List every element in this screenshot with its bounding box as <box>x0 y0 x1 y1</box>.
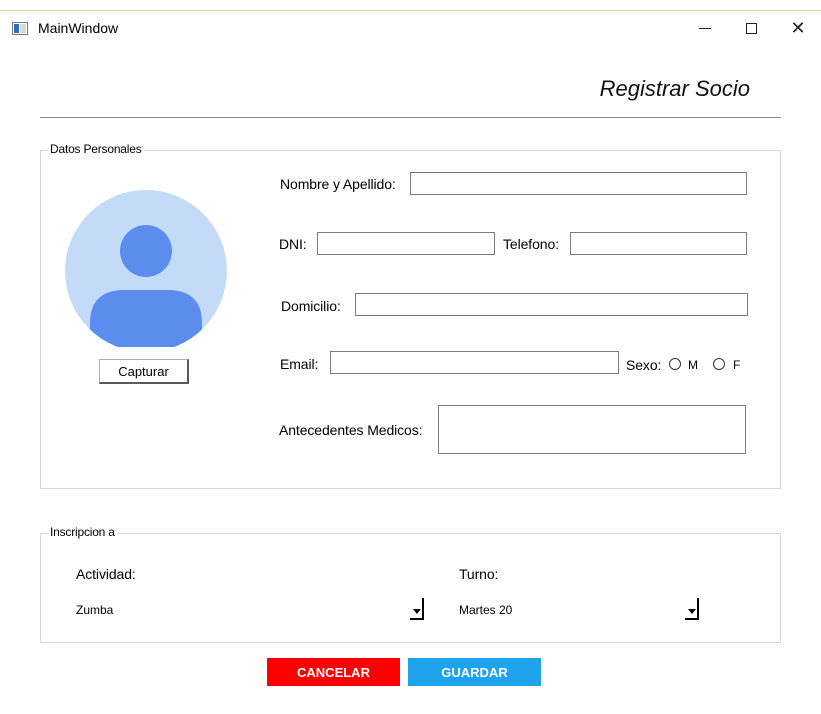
sexo-radio-m[interactable] <box>669 358 681 370</box>
sexo-label: Sexo: <box>626 357 662 373</box>
email-label: Email: <box>280 356 319 372</box>
telefono-input[interactable] <box>570 232 747 255</box>
inscripcion-title: Inscripcion a <box>48 525 117 539</box>
nombre-input[interactable] <box>410 172 747 195</box>
title-bar[interactable]: MainWindow ✕ <box>0 11 821 45</box>
save-button[interactable]: GUARDAR <box>408 658 541 686</box>
email-input[interactable] <box>330 351 619 374</box>
chevron-down-icon <box>413 609 421 614</box>
chevron-down-icon <box>688 609 696 614</box>
telefono-label: Telefono: <box>503 236 559 252</box>
actividad-dropdown-button[interactable] <box>410 598 424 620</box>
inscripcion-group <box>40 533 781 643</box>
maximize-button[interactable] <box>728 11 774 45</box>
turno-combo[interactable]: Martes 20 <box>459 597 699 622</box>
sexo-option-m-label: M <box>688 358 698 372</box>
sexo-radio-f[interactable] <box>713 358 725 370</box>
maximize-icon <box>745 22 757 34</box>
domicilio-label: Domicilio: <box>281 298 341 314</box>
turno-selected-value: Martes 20 <box>459 603 513 617</box>
close-icon: ✕ <box>790 17 806 38</box>
app-window-icon <box>12 22 28 35</box>
minimize-button[interactable] <box>682 11 728 45</box>
nombre-label: Nombre y Apellido: <box>280 176 396 192</box>
actividad-label: Actividad: <box>76 566 136 582</box>
antecedentes-label: Antecedentes Medicos: <box>279 422 423 438</box>
cancel-button[interactable]: CANCELAR <box>267 658 400 686</box>
datos-personales-title: Datos Personales <box>48 142 144 156</box>
antecedentes-textarea[interactable] <box>438 405 746 454</box>
window-title: MainWindow <box>38 20 119 36</box>
page-title: Registrar Socio <box>599 76 750 101</box>
sexo-option-f-label: F <box>733 358 741 372</box>
avatar <box>65 190 227 347</box>
capture-button[interactable]: Capturar <box>99 359 189 384</box>
avatar-placeholder-icon <box>65 190 227 347</box>
dni-input[interactable] <box>317 232 495 255</box>
actividad-combo[interactable]: Zumba <box>76 597 424 622</box>
actividad-selected-value: Zumba <box>76 603 114 617</box>
turno-dropdown-button[interactable] <box>685 598 699 620</box>
heading-divider <box>40 117 781 118</box>
minimize-icon <box>699 27 711 29</box>
close-button[interactable]: ✕ <box>775 11 821 45</box>
domicilio-input[interactable] <box>355 293 748 316</box>
dni-label: DNI: <box>279 236 307 252</box>
turno-label: Turno: <box>459 566 499 582</box>
